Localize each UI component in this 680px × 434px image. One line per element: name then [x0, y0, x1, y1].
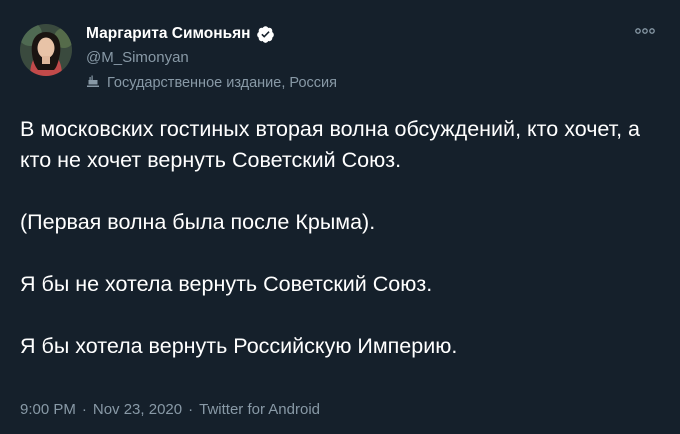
- state-media-label-text: Государственное издание, Россия: [107, 75, 337, 91]
- tweet-paragraph: В московских гостиных вторая волна обсуж…: [20, 117, 641, 172]
- tweet: Маргарита Симоньян @M_Simonyan Государст…: [0, 0, 680, 434]
- handle[interactable]: @M_Simonyan: [86, 49, 275, 66]
- state-media-flag-icon: [86, 74, 100, 92]
- tweet-source[interactable]: Twitter for Android: [199, 401, 320, 418]
- tweet-paragraph: Я бы хотела вернуть Российскую Империю.: [20, 334, 458, 358]
- author-block: Маргарита Симоньян @M_Simonyan: [86, 24, 275, 66]
- tweet-meta: 9:00 PM · Nov 23, 2020 · Twitter for And…: [20, 401, 320, 418]
- avatar[interactable]: [20, 24, 72, 76]
- meta-separator: ·: [81, 401, 87, 418]
- tweet-text: В московских гостиных вторая волна обсуж…: [20, 114, 660, 362]
- verified-badge-icon: [256, 25, 275, 44]
- meta-separator: ·: [188, 401, 194, 418]
- tweet-paragraph: (Первая волна была после Крыма).: [20, 210, 376, 234]
- state-media-label[interactable]: Государственное издание, Россия: [86, 74, 337, 92]
- tweet-time[interactable]: 9:00 PM: [20, 401, 76, 418]
- more-options-icon[interactable]: [632, 24, 658, 38]
- tweet-date[interactable]: Nov 23, 2020: [93, 401, 182, 418]
- name-row: Маргарита Симоньян: [86, 24, 275, 44]
- tweet-paragraph: Я бы не хотела вернуть Советский Союз.: [20, 272, 433, 296]
- display-name[interactable]: Маргарита Симоньян: [86, 25, 251, 43]
